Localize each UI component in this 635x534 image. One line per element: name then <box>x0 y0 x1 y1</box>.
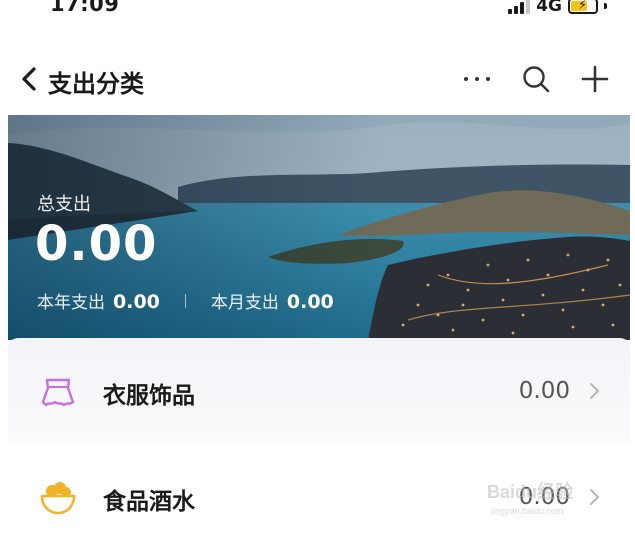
chevron-right-icon <box>590 489 599 505</box>
more-button[interactable] <box>457 65 497 93</box>
more-icon-dot <box>486 77 490 81</box>
period-stats: 本年支出 0.00 本月支出 0.00 <box>37 288 334 313</box>
more-icon-dot <box>464 77 468 81</box>
year-expense-label: 本年支出 <box>37 293 105 313</box>
year-expense-value: 0.00 <box>113 291 160 313</box>
category-name: 食品酒水 <box>103 489 195 515</box>
back-button[interactable] <box>18 64 42 94</box>
status-time: 17:09 <box>50 0 120 16</box>
plus-icon <box>581 65 609 93</box>
clothing-icon <box>41 378 75 407</box>
search-button[interactable] <box>521 64 551 94</box>
category-name: 衣服饰品 <box>103 383 195 409</box>
stats-divider <box>184 293 186 308</box>
month-expense-label: 本月支出 <box>210 293 279 313</box>
status-indicators: 4G ⚡ <box>508 0 607 18</box>
total-expense-label: 总支出 <box>37 194 91 215</box>
category-amount: 0.00 <box>518 484 570 510</box>
signal-icon <box>508 0 531 14</box>
category-row-clothing[interactable]: 衣服饰品 0.00 <box>8 338 630 444</box>
total-expense-value: 0.00 <box>35 216 158 272</box>
nav-bar: 支出分类 <box>0 55 635 105</box>
add-button[interactable] <box>580 64 610 94</box>
category-list: 衣服饰品 0.00 食品酒水 0.00 <box>8 338 630 534</box>
search-icon <box>523 66 550 93</box>
back-chevron-icon <box>22 67 36 91</box>
page-title: 支出分类 <box>48 70 144 98</box>
more-icon-dot <box>475 77 479 81</box>
network-type: 4G <box>536 0 562 16</box>
chevron-right-icon <box>590 383 599 399</box>
battery-tip <box>604 3 607 9</box>
food-bowl-icon <box>40 482 76 515</box>
status-bar: 17:09 4G ⚡ <box>0 0 635 26</box>
month-expense-value: 0.00 <box>286 291 334 313</box>
summary-banner: 总支出 0.00 本年支出 0.00 本月支出 0.00 <box>8 115 630 340</box>
category-row-food[interactable]: 食品酒水 0.00 <box>8 444 630 534</box>
category-amount: 0.00 <box>518 378 570 404</box>
battery-charging-icon: ⚡ <box>568 0 598 14</box>
